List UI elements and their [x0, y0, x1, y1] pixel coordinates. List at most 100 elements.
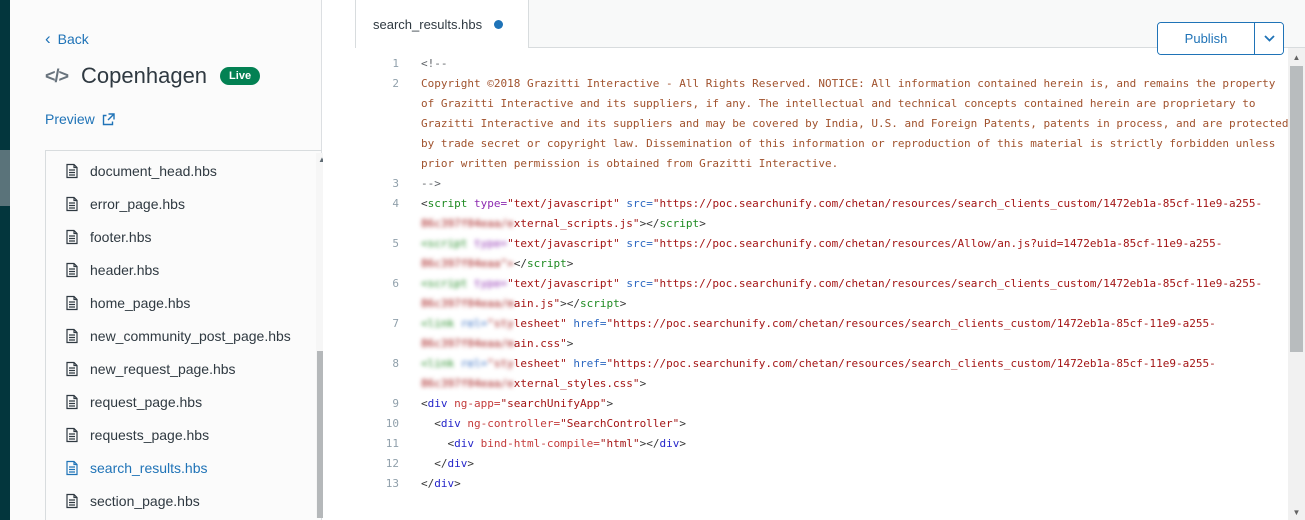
left-rail-scrollbar[interactable]: [0, 0, 10, 520]
file-name: footer.hbs: [90, 229, 152, 245]
code-line[interactable]: 4<script type="text/javascript" src="htt…: [323, 194, 1288, 214]
file-name: requests_page.hbs: [90, 427, 209, 443]
line-number: 6: [323, 274, 399, 294]
code-line[interactable]: of Grazitti Interactive and its supplier…: [323, 94, 1288, 114]
code-line[interactable]: 8<link rel="stylesheet" href="https://po…: [323, 354, 1288, 374]
code-line[interactable]: 6<script type="text/javascript" src="htt…: [323, 274, 1288, 294]
line-number: 8: [323, 354, 399, 374]
tab-filename: search_results.hbs: [373, 17, 482, 32]
file-item[interactable]: section_page.hbs: [46, 484, 322, 517]
line-number: [323, 134, 399, 154]
scroll-up-arrow-icon[interactable]: ▲: [1288, 53, 1305, 62]
code-line[interactable]: 13</div>: [323, 474, 1288, 494]
external-link-icon: [102, 113, 115, 126]
line-number: 7: [323, 314, 399, 334]
file-item[interactable]: search_results.hbs: [46, 451, 322, 484]
file-list-panel: document_head.hbs error_page.hbs footer.hb…: [45, 150, 322, 520]
left-rail-scrollbar-thumb[interactable]: [0, 150, 10, 206]
line-number: [323, 214, 399, 234]
code-line-text: <div ng-controller="SearchController">: [399, 414, 686, 434]
code-line-text: <script type="text/javascript" src="http…: [399, 274, 1262, 294]
code-line[interactable]: 1<!--: [323, 54, 1288, 74]
code-line-text: <script type="text/javascript" src="http…: [399, 234, 1222, 254]
file-item[interactable]: error_page.hbs: [46, 187, 322, 220]
code-brackets-icon: </>: [45, 66, 68, 87]
code-line[interactable]: 3-->: [323, 174, 1288, 194]
sidebar: ‹ Back </> Copenhagen Live Preview docum…: [10, 0, 322, 520]
code-line[interactable]: 12 </div>: [323, 454, 1288, 474]
file-item[interactable]: request_page.hbs: [46, 385, 322, 418]
file-name: section_page.hbs: [90, 493, 200, 509]
line-number: [323, 294, 399, 314]
code-line[interactable]: 86c397f04eaa/main.css">: [323, 334, 1288, 354]
line-number: 4: [323, 194, 399, 214]
code-line-text: of Grazitti Interactive and its supplier…: [399, 94, 1255, 114]
file-name: request_page.hbs: [90, 394, 202, 410]
theme-editor-window: ‹ Back </> Copenhagen Live Preview docum…: [0, 0, 1305, 520]
back-link[interactable]: ‹ Back: [45, 31, 89, 47]
line-number: 10: [323, 414, 399, 434]
code-line[interactable]: 86c397f04eaa/external_scripts.js"></scri…: [323, 214, 1288, 234]
code-line[interactable]: 11 <div bind-html-compile="html"></div>: [323, 434, 1288, 454]
code-line[interactable]: 7<link rel="stylesheet" href="https://po…: [323, 314, 1288, 334]
file-name: home_page.hbs: [90, 295, 190, 311]
code-line[interactable]: Grazitti Interactive and its suppliers a…: [323, 114, 1288, 134]
code-line-text: 86c397f04eaa/external_scripts.js"></scri…: [399, 214, 706, 234]
code-line-text: </div>: [399, 474, 461, 494]
code-scrollbar[interactable]: ▲ ▼: [1288, 48, 1305, 520]
code-line-text: <div bind-html-compile="html"></div>: [399, 434, 686, 454]
line-number: [323, 154, 399, 174]
editor-pane: search_results.hbs Publish 1<!--2Copyrig…: [323, 0, 1305, 520]
file-item[interactable]: document_head.hbs: [46, 154, 322, 187]
publish-dropdown-button[interactable]: [1254, 23, 1283, 54]
document-icon: [64, 196, 80, 212]
file-item[interactable]: new_community_post_page.hbs: [46, 319, 322, 352]
code-line-text: -->: [399, 174, 441, 194]
file-item[interactable]: home_page.hbs: [46, 286, 322, 319]
file-item[interactable]: new_request_page.hbs: [46, 352, 322, 385]
code-line-text: Grazitti Interactive and its suppliers a…: [399, 114, 1289, 134]
code-line-text: <link rel="stylesheet" href="https://poc…: [399, 354, 1216, 374]
preview-link[interactable]: Preview: [45, 111, 115, 127]
code-line[interactable]: 86c397f04eaa/external_styles.css">: [323, 374, 1288, 394]
document-icon: [64, 394, 80, 410]
scroll-down-arrow-icon[interactable]: ▼: [1288, 508, 1305, 517]
publish-split-button: Publish: [1157, 22, 1284, 55]
code-line-text: 86c397f04eaa"></script>: [399, 254, 573, 274]
preview-label: Preview: [45, 111, 95, 127]
code-line-text: </div>: [399, 454, 474, 474]
line-number: [323, 254, 399, 274]
code-line-text: 86c397f04eaa/main.css">: [399, 334, 573, 354]
code-line-text: <link rel="stylesheet" href="https://poc…: [399, 314, 1216, 334]
chevron-left-icon: ‹: [45, 32, 51, 46]
unsaved-dot-icon: [494, 20, 503, 29]
file-name: document_head.hbs: [90, 163, 217, 179]
chevron-down-icon: [1264, 35, 1275, 42]
code-line[interactable]: by trade secret or copyright law. Dissem…: [323, 134, 1288, 154]
file-item[interactable]: footer.hbs: [46, 220, 322, 253]
code-line[interactable]: prior written permission is obtained fro…: [323, 154, 1288, 174]
file-item[interactable]: requests_page.hbs: [46, 418, 322, 451]
code-area[interactable]: 1<!--2Copyright ©2018 Grazitti Interacti…: [323, 48, 1288, 520]
line-number: [323, 334, 399, 354]
live-status-badge: Live: [220, 67, 260, 85]
document-icon: [64, 460, 80, 476]
code-line[interactable]: 2Copyright ©2018 Grazitti Interactive - …: [323, 74, 1288, 94]
file-item[interactable]: header.hbs: [46, 253, 322, 286]
code-line[interactable]: 5<script type="text/javascript" src="htt…: [323, 234, 1288, 254]
document-icon: [64, 493, 80, 509]
document-icon: [64, 295, 80, 311]
code-line-text: <div ng-app="searchUnifyApp">: [399, 394, 613, 414]
code-line[interactable]: 86c397f04eaa/main.js"></script>: [323, 294, 1288, 314]
code-line[interactable]: 10 <div ng-controller="SearchController"…: [323, 414, 1288, 434]
code-line[interactable]: 86c397f04eaa"></script>: [323, 254, 1288, 274]
code-line-text: Copyright ©2018 Grazitti Interactive - A…: [399, 74, 1275, 94]
code-line[interactable]: 9<div ng-app="searchUnifyApp">: [323, 394, 1288, 414]
theme-name: Copenhagen: [81, 63, 207, 89]
line-number: 11: [323, 434, 399, 454]
tab-search-results[interactable]: search_results.hbs: [355, 0, 528, 48]
publish-button[interactable]: Publish: [1158, 23, 1254, 54]
code-scrollbar-thumb[interactable]: [1290, 66, 1303, 352]
line-number: 13: [323, 474, 399, 494]
file-name: new_community_post_page.hbs: [90, 328, 291, 344]
